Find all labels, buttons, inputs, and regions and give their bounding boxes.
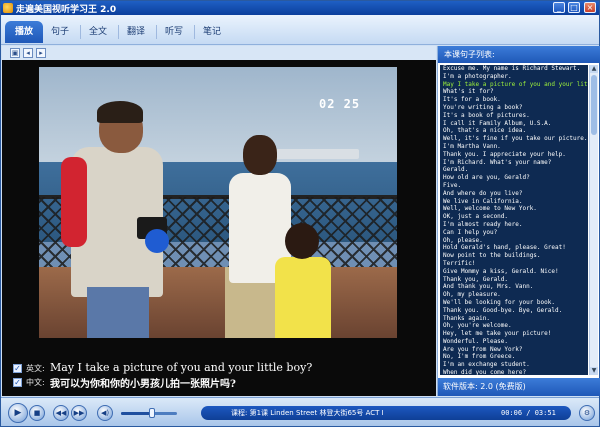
sentence-list: Excuse me. My name is Richard Stewart. I'…	[440, 65, 588, 375]
sentence-item[interactable]: Thank you. Good-bye. Bye, Gerald.	[440, 307, 588, 315]
version-info: 软件版本: 2.0 (免费版)	[438, 378, 600, 396]
forward-icon[interactable]: ▸	[36, 48, 46, 58]
course-info: 课程: 第1课 Linden Street 林登大街65号 ACT I	[231, 409, 384, 417]
sentence-item[interactable]: Well, it's fine if you take our picture.	[440, 135, 588, 143]
chinese-subtitle: 我可以为你和你的小男孩儿拍一张照片吗?	[50, 379, 236, 390]
tab-dictation[interactable]: 听写	[155, 21, 193, 43]
tab-bar: 播放 句子 全文 翻译 听写 笔记	[1, 15, 599, 45]
sentence-item[interactable]: Well, welcome to New York.	[440, 205, 588, 213]
english-subtitle: May I take a picture of you and your lit…	[50, 361, 313, 374]
sentence-item[interactable]: Give Mommy a kiss, Gerald. Nice!	[440, 268, 588, 276]
control-bar: ▶ ■ ◀◀ ▶▶ ◀) 课程: 第1课 Linden Street 林登大街6…	[1, 397, 599, 426]
tab-fulltext[interactable]: 全文	[79, 21, 117, 43]
english-label: 英文:	[26, 364, 45, 373]
player-panel: ▣ ◂ ▸ 02 25	[2, 46, 436, 396]
sentence-item[interactable]: Are you from New York?	[440, 346, 588, 354]
sentence-item[interactable]: Wonderful. Please.	[440, 338, 588, 346]
volume-fill	[121, 412, 152, 415]
stop-button[interactable]: ■	[29, 405, 45, 421]
sentence-item[interactable]: I call it Family Album, U.S.A.	[440, 120, 588, 128]
volume-slider[interactable]	[121, 408, 177, 418]
sentence-item[interactable]: No, I'm from Greece.	[440, 353, 588, 361]
close-button[interactable]: ×	[584, 2, 596, 13]
video-camera-bag	[145, 229, 169, 253]
sentence-item[interactable]: Five.	[440, 182, 588, 190]
sentence-item[interactable]: Now point to the buildings.	[440, 252, 588, 260]
sentence-item[interactable]: Thank you. I appreciate your help.	[440, 151, 588, 159]
sentence-item[interactable]: Hey, let me take your picture!	[440, 330, 588, 338]
settings-icon[interactable]: ⚙	[579, 405, 595, 421]
sentence-item[interactable]: Oh, my pleasure.	[440, 291, 588, 299]
maximize-button[interactable]: □	[568, 2, 580, 13]
tab-play[interactable]: 播放	[5, 21, 43, 43]
sentence-item[interactable]: I'm an exchange student.	[440, 361, 588, 369]
video-man-jeans	[87, 287, 149, 338]
sentence-item[interactable]: I'm almost ready here.	[440, 221, 588, 229]
status-display: 课程: 第1课 Linden Street 林登大街65号 ACT I 00:0…	[201, 406, 571, 420]
sentence-item[interactable]: Gerald.	[440, 166, 588, 174]
video-boat	[269, 149, 359, 159]
sentence-item[interactable]: What's it for?	[440, 88, 588, 96]
previous-button[interactable]: ◀◀	[53, 405, 69, 421]
volume-knob[interactable]	[148, 408, 155, 418]
sentence-item[interactable]: May I take a picture of you and your lit…	[440, 81, 588, 89]
title-bar: 走遍美国视听学习王 2.0 _ □ ×	[1, 1, 599, 15]
sentence-item[interactable]: Thank you, Gerald.	[440, 276, 588, 284]
speaker-icon[interactable]: ◀)	[97, 405, 113, 421]
app-logo-icon	[3, 3, 13, 13]
back-icon[interactable]: ◂	[23, 48, 33, 58]
sentence-item[interactable]: And where do you live?	[440, 190, 588, 198]
english-subtitle-checkbox[interactable]: ✓	[13, 364, 22, 373]
video-timestamp: 02 25	[319, 97, 361, 111]
sentence-item[interactable]: It's a book of pictures.	[440, 112, 588, 120]
sentence-scrollbar[interactable]: ▲ ▼	[589, 65, 598, 375]
sentence-item[interactable]: I'm Martha Vann.	[440, 143, 588, 151]
playback-time: 00:06 / 03:51	[501, 409, 556, 417]
sentence-item[interactable]: How old are you, Gerald?	[440, 174, 588, 182]
player-toolbar: ▣ ◂ ▸	[2, 46, 436, 60]
sentence-item[interactable]: It's for a book.	[440, 96, 588, 104]
video-boy	[275, 257, 331, 338]
window-title: 走遍美国视听学习王 2.0	[16, 5, 117, 15]
video-frame[interactable]: 02 25	[39, 67, 397, 338]
sentence-item[interactable]: Terrific!	[440, 260, 588, 268]
chinese-subtitle-checkbox[interactable]: ✓	[13, 378, 22, 387]
video-woman-head	[243, 135, 277, 175]
video-man-hair	[97, 101, 143, 123]
video-boy-head	[285, 223, 319, 259]
scroll-thumb[interactable]	[591, 75, 597, 135]
minimize-button[interactable]: _	[553, 2, 565, 13]
sentence-item[interactable]: Excuse me. My name is Richard Stewart.	[440, 65, 588, 73]
sentence-item[interactable]: OK, just a second.	[440, 213, 588, 221]
tab-sentences[interactable]: 句子	[41, 21, 79, 43]
scroll-down-icon[interactable]: ▼	[590, 367, 598, 375]
sentence-item[interactable]: Hold Gerald's hand, please. Great!	[440, 244, 588, 252]
sentence-item[interactable]: You're writing a book?	[440, 104, 588, 112]
fit-view-icon[interactable]: ▣	[10, 48, 20, 58]
sentence-item[interactable]: We'll be looking for your book.	[440, 299, 588, 307]
play-button[interactable]: ▶	[8, 403, 28, 423]
tab-notes[interactable]: 笔记	[193, 21, 231, 43]
sentence-item[interactable]: Can I help you?	[440, 229, 588, 237]
video-man-sleeve	[61, 157, 87, 247]
app-window: 走遍美国视听学习王 2.0 _ □ × 播放 句子 全文 翻译 听写 笔记 ▣ …	[0, 0, 600, 427]
sentence-item[interactable]: Oh, that's a nice idea.	[440, 127, 588, 135]
sentence-item[interactable]: Oh, you're welcome.	[440, 322, 588, 330]
sentence-item[interactable]: When did you come here?	[440, 369, 588, 375]
sentence-item[interactable]: Thanks again.	[440, 315, 588, 323]
sentence-list-header: 本课句子列表:	[438, 46, 600, 63]
sentence-item[interactable]: I'm a photographer.	[440, 73, 588, 81]
sentence-item[interactable]: We live in California.	[440, 198, 588, 206]
sentence-item[interactable]: I'm Richard. What's your name?	[440, 159, 588, 167]
sentence-panel: 本课句子列表: Excuse me. My name is Richard St…	[437, 46, 600, 396]
tab-translation[interactable]: 翻译	[117, 21, 155, 43]
sentence-item[interactable]: And thank you, Mrs. Vann.	[440, 283, 588, 291]
scroll-up-icon[interactable]: ▲	[590, 65, 598, 73]
sentence-item[interactable]: Oh, please.	[440, 237, 588, 245]
next-button[interactable]: ▶▶	[71, 405, 87, 421]
chinese-label: 中文:	[26, 378, 45, 387]
